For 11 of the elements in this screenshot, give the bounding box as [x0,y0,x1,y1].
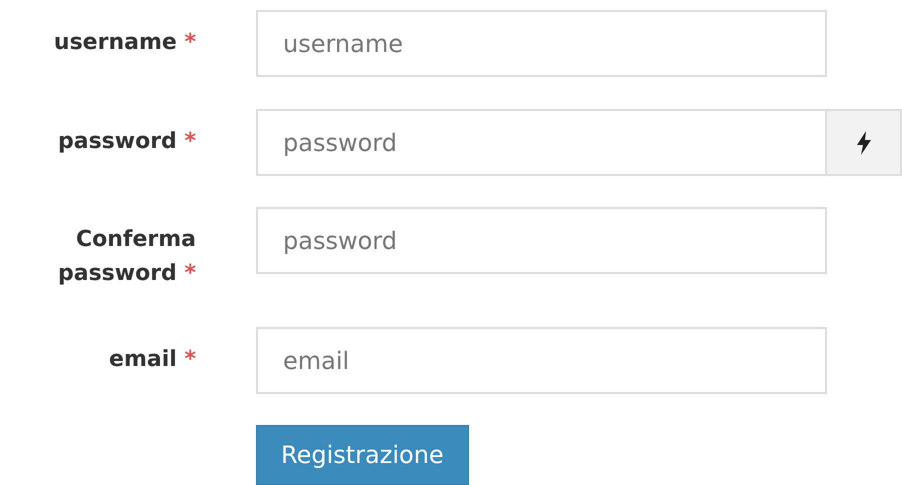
input-field[interactable]: email [256,327,827,394]
lightning-icon [856,130,872,154]
field-label: username * [52,29,196,57]
field-label: password * [56,128,196,156]
field-label: Conferma password * [56,226,196,288]
field-label: email * [108,346,196,374]
register-button[interactable]: Registrazione [256,425,469,485]
input-field[interactable]: password [256,207,827,274]
generate-button[interactable] [827,109,902,176]
input-field[interactable]: username [256,10,827,77]
input-field[interactable]: password [256,109,827,176]
